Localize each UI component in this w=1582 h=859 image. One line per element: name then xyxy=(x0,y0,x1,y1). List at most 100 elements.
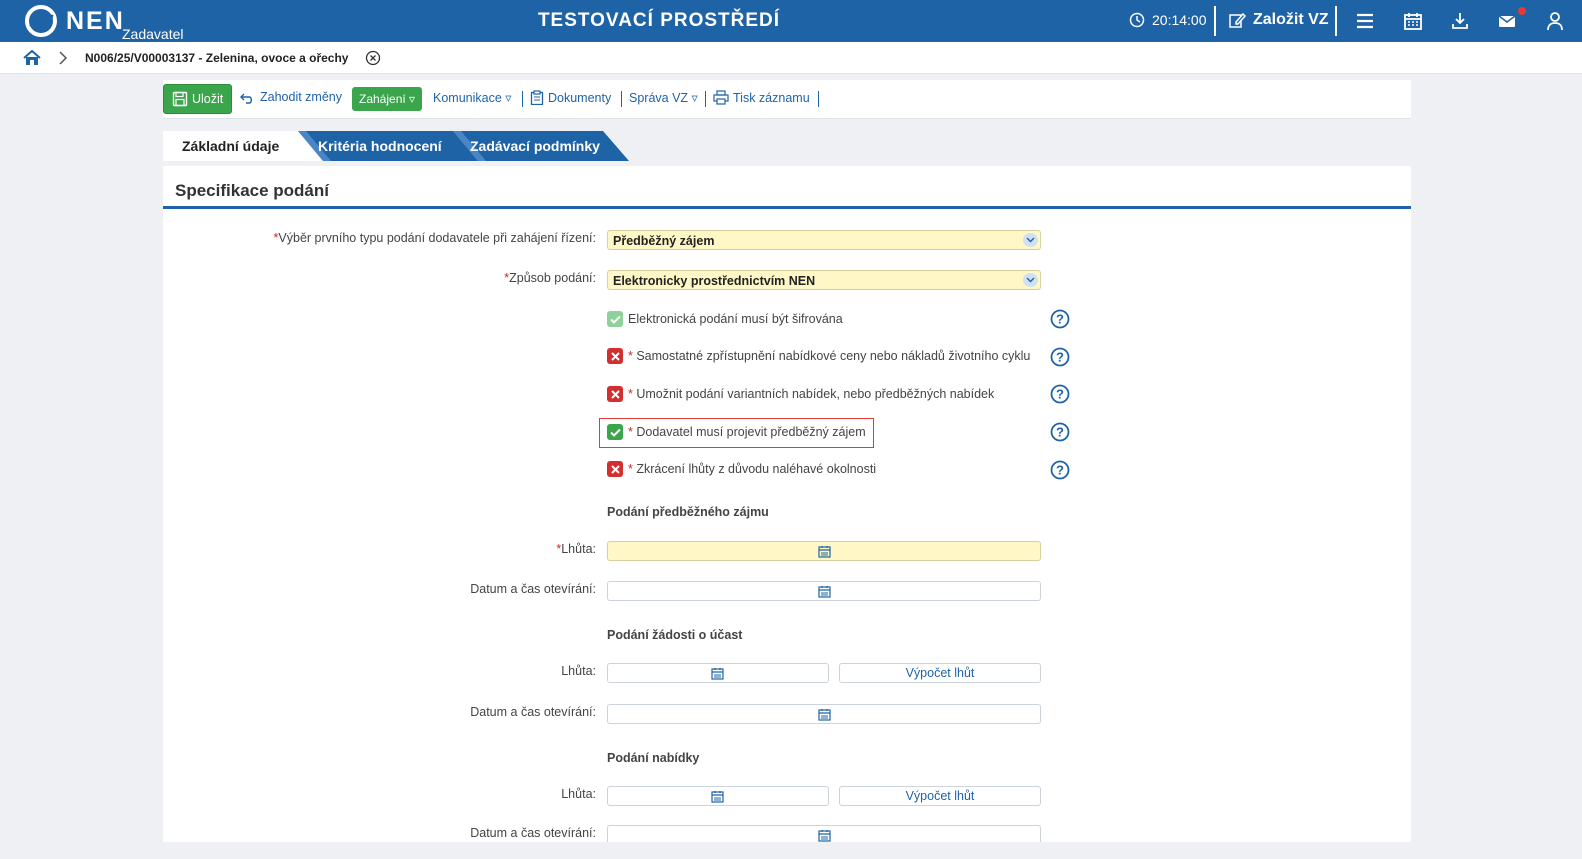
calendar-icon[interactable] xyxy=(818,708,831,721)
deadline-label: Lhůta: xyxy=(561,787,596,801)
edit-icon xyxy=(1229,12,1246,28)
interest-opening-input[interactable] xyxy=(607,581,1041,601)
offer-opening-input[interactable] xyxy=(607,825,1041,842)
checkbox-label: * Samostatné zpřístupnění nabídkové ceny… xyxy=(628,349,1031,363)
download-icon[interactable] xyxy=(1450,11,1470,31)
management-menu[interactable]: Správa VZ ▿ xyxy=(629,90,698,105)
checkbox-checked[interactable] xyxy=(607,424,623,440)
calculate-deadlines-button[interactable]: Výpočet lhůt xyxy=(839,786,1041,806)
variant-offers-checkbox-row[interactable]: * Umožnit podání variantních nabídek, ne… xyxy=(607,386,994,402)
calendar-icon[interactable] xyxy=(818,585,831,598)
tab-tender-conditions[interactable]: Zadávací podmínky xyxy=(470,131,600,161)
tab-label: Zadávací podmínky xyxy=(470,138,600,154)
divider xyxy=(1335,6,1337,36)
menu-icon[interactable] xyxy=(1355,11,1375,31)
preliminary-interest-checkbox-row[interactable]: * Dodavatel musí projevit předběžný záje… xyxy=(607,424,866,440)
method-label: *Způsob podání: xyxy=(504,271,596,285)
discard-label: Zahodit změny xyxy=(260,90,342,104)
opening-label: Datum a čas otevírání: xyxy=(470,582,596,596)
documents-label: Dokumenty xyxy=(548,90,612,105)
offer-deadline-input[interactable] xyxy=(607,786,829,806)
help-icon[interactable]: ? xyxy=(1050,309,1070,329)
discard-icon xyxy=(240,93,252,104)
mail-icon[interactable] xyxy=(1497,11,1517,31)
home-icon[interactable] xyxy=(23,50,41,66)
help-icon[interactable]: ? xyxy=(1050,384,1070,404)
chevron-down-icon xyxy=(1023,273,1038,287)
clock-icon xyxy=(1129,12,1145,28)
printer-icon xyxy=(713,90,729,105)
calendar-icon[interactable] xyxy=(711,790,724,803)
save-button[interactable]: Uložit xyxy=(163,84,232,114)
section-title: Specifikace podání xyxy=(175,181,329,200)
user-icon[interactable] xyxy=(1545,11,1565,31)
print-button[interactable]: Tisk záznamu xyxy=(713,90,810,105)
urgency-checkbox-row[interactable]: * Zkrácení lhůty z důvodu naléhavé okoln… xyxy=(607,461,876,477)
toolbar-divider xyxy=(522,91,523,107)
top-bar: NEN Zadavatel TESTOVACÍ PROSTŘEDÍ 20:14:… xyxy=(0,0,1582,42)
calendar-icon[interactable] xyxy=(711,667,724,680)
start-menu-button[interactable]: Zahájení ▿ xyxy=(352,87,423,111)
method-value: Elektronicky prostřednictvím NEN xyxy=(613,274,816,288)
checkbox-unchecked[interactable] xyxy=(607,386,623,402)
print-label: Tisk záznamu xyxy=(733,90,810,105)
help-icon[interactable]: ? xyxy=(1050,460,1070,480)
chevron-down-icon xyxy=(1023,233,1038,247)
group-title-offer: Podání nabídky xyxy=(607,751,700,765)
tab-basic-info[interactable]: Základní údaje xyxy=(182,131,279,161)
svg-text:?: ? xyxy=(1056,463,1064,478)
start-label: Zahájení ▿ xyxy=(359,92,416,106)
calendar-icon[interactable] xyxy=(1403,11,1423,31)
tab-strip: Základní údaje Kritéria hodnocení Zadáva… xyxy=(163,131,633,161)
tab-evaluation-criteria[interactable]: Kritéria hodnocení xyxy=(318,131,442,161)
save-label: Uložit xyxy=(192,92,224,106)
communication-label: Komunikace ▿ xyxy=(433,91,512,105)
breadcrumb: N006/25/V00003137 - Zelenina, ovoce a oř… xyxy=(0,42,1582,74)
checkbox-unchecked[interactable] xyxy=(607,348,623,364)
tab-label: Základní údaje xyxy=(182,138,280,154)
price-disclosure-checkbox-row[interactable]: * Samostatné zpřístupnění nabídkové ceny… xyxy=(607,348,1030,364)
opening-label: Datum a čas otevírání: xyxy=(470,705,596,719)
close-icon[interactable] xyxy=(365,50,381,66)
create-contract-button[interactable]: Založit VZ xyxy=(1228,11,1329,29)
checkbox-unchecked[interactable] xyxy=(607,461,623,477)
help-icon[interactable]: ? xyxy=(1050,422,1070,442)
help-icon[interactable]: ? xyxy=(1050,347,1070,367)
main-panel: Specifikace podání xyxy=(163,166,1411,842)
method-select[interactable]: Elektronicky prostřednictvím NEN xyxy=(607,270,1041,290)
tab-label: Kritéria hodnocení xyxy=(318,138,442,154)
communication-menu[interactable]: Komunikace ▿ xyxy=(433,90,512,105)
divider xyxy=(1214,6,1216,36)
save-icon xyxy=(172,91,188,107)
encryption-checkbox-row: Elektronická podání musí být šifrována xyxy=(607,311,843,327)
breadcrumb-current[interactable]: N006/25/V00003137 - Zelenina, ovoce a oř… xyxy=(85,51,348,65)
checkbox-label: Elektronická podání musí být šifrována xyxy=(628,312,843,326)
first-type-select[interactable]: Předběžný zájem xyxy=(607,230,1041,250)
documents-button[interactable]: Dokumenty xyxy=(530,90,611,105)
checkbox-label: * Zkrácení lhůty z důvodu naléhavé okoln… xyxy=(628,462,877,476)
clock-time: 20:14:00 xyxy=(1152,12,1207,28)
calendar-icon[interactable] xyxy=(818,829,831,842)
notification-badge xyxy=(1518,7,1526,15)
toolbar-divider xyxy=(818,91,819,107)
opening-label: Datum a čas otevírání: xyxy=(470,826,596,840)
deadline-label: *Lhůta: xyxy=(556,542,596,556)
request-deadline-input[interactable] xyxy=(607,663,829,683)
calc-label: Výpočet lhůt xyxy=(905,666,975,680)
chevron-right-icon xyxy=(59,51,68,65)
checkbox-checked-disabled xyxy=(607,311,623,327)
management-label: Správa VZ ▿ xyxy=(629,91,698,105)
deadline-label: Lhůta: xyxy=(561,664,596,678)
svg-text:?: ? xyxy=(1056,312,1064,327)
action-toolbar: Uložit Zahodit změny Zahájení ▿ Komunika… xyxy=(163,80,1411,119)
request-opening-input[interactable] xyxy=(607,704,1041,724)
svg-text:?: ? xyxy=(1056,350,1064,365)
calendar-icon[interactable] xyxy=(818,545,831,558)
discard-changes-button[interactable]: Zahodit změny xyxy=(240,90,342,104)
clipboard-icon xyxy=(530,90,544,105)
interest-deadline-input[interactable] xyxy=(607,541,1041,561)
group-title-request: Podání žádosti o účast xyxy=(607,628,743,642)
calc-label: Výpočet lhůt xyxy=(905,789,975,803)
svg-text:?: ? xyxy=(1056,387,1064,402)
calculate-deadlines-button[interactable]: Výpočet lhůt xyxy=(839,663,1041,683)
